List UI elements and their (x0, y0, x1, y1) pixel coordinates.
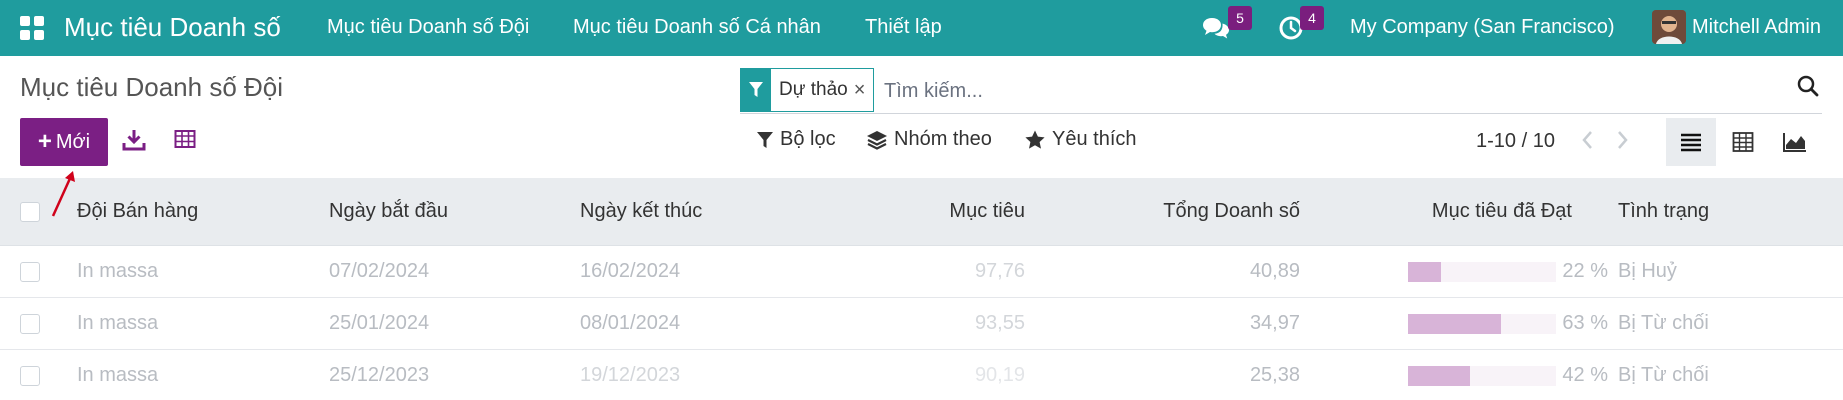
top-navbar: Mục tiêu Doanh số Mục tiêu Doanh số Đội … (0, 0, 1843, 56)
table-row[interactable]: In massa 25/12/2023 19/12/2023 90,19 25,… (0, 350, 1843, 400)
company-switcher[interactable]: My Company (San Francisco) (1350, 16, 1615, 39)
row-checkbox[interactable] (20, 262, 40, 282)
select-all-checkbox[interactable] (20, 202, 40, 222)
row-checkbox[interactable] (20, 366, 40, 386)
column-header-target[interactable]: Mục tiêu (949, 200, 1025, 223)
groupby-label: Nhóm theo (894, 128, 992, 150)
menu-team-targets[interactable]: Mục tiêu Doanh số Đội (327, 16, 529, 39)
cell-team: In massa (77, 260, 159, 282)
table-header: Đội Bán hàng Ngày bắt đầu Ngày kết thúc … (0, 178, 1843, 246)
plus-icon: + (37, 128, 52, 155)
messages-icon[interactable] (1202, 15, 1230, 46)
groupby-button[interactable]: Nhóm theo (866, 128, 992, 151)
cell-achieved-percent: 22 % (1562, 260, 1608, 282)
cell-achieved-percent: 63 % (1562, 312, 1608, 334)
column-header-team[interactable]: Đội Bán hàng (77, 200, 198, 223)
cell-end-date: 16/02/2024 (580, 260, 681, 282)
achievement-progress-bar (1408, 262, 1556, 282)
table-row[interactable]: In massa 07/02/2024 16/02/2024 97,76 40,… (0, 246, 1843, 298)
spreadsheet-icon[interactable] (174, 128, 196, 155)
achievement-progress-bar (1408, 314, 1556, 334)
user-menu[interactable]: Mitchell Admin (1692, 16, 1821, 39)
cell-team: In massa (77, 312, 159, 334)
pager-next-icon[interactable] (1614, 128, 1630, 157)
user-avatar[interactable] (1652, 10, 1686, 44)
menu-individual-targets[interactable]: Mục tiêu Doanh số Cá nhân (573, 16, 821, 39)
achievement-progress-bar (1408, 366, 1556, 386)
app-title[interactable]: Mục tiêu Doanh số (64, 12, 281, 43)
search-bar: Dự thảo × (740, 68, 1822, 114)
cell-end-date: 08/01/2024 (580, 312, 681, 334)
favorites-button[interactable]: Yêu thích (1024, 128, 1137, 151)
cell-total-sales: 34,97 (1249, 312, 1300, 334)
facet-label: Dự thảo (779, 79, 848, 100)
column-header-total-sales[interactable]: Tổng Doanh số (1163, 200, 1300, 223)
facet-remove-icon[interactable]: × (854, 79, 874, 102)
filter-facet-icon (741, 69, 771, 111)
pager-value[interactable]: 1-10 / 10 (1476, 130, 1555, 153)
new-button[interactable]: + Mới (20, 118, 108, 166)
cell-team: In massa (77, 364, 159, 386)
messages-badge: 5 (1228, 6, 1252, 30)
cell-status: Bị Huỷ (1618, 260, 1677, 282)
column-header-achieved[interactable]: Mục tiêu đã Đạt (1432, 200, 1572, 223)
cell-status: Bị Từ chối (1618, 364, 1709, 386)
column-header-start-date[interactable]: Ngày bắt đầu (329, 200, 448, 223)
search-facet: Dự thảo × (740, 68, 875, 112)
apps-menu-icon[interactable] (20, 16, 44, 40)
row-checkbox[interactable] (20, 314, 40, 334)
filter-icon (757, 131, 773, 148)
cell-start-date: 25/01/2024 (329, 312, 430, 334)
cell-start-date: 25/12/2023 (329, 364, 430, 386)
page-title: Mục tiêu Doanh số Đội (20, 72, 284, 102)
cell-target: 97,76 (974, 260, 1025, 282)
pivot-view-icon[interactable] (1718, 118, 1768, 166)
column-header-status[interactable]: Tình trạng (1618, 200, 1709, 223)
filters-label: Bộ lọc (780, 128, 836, 150)
pager-previous-icon[interactable] (1580, 128, 1596, 157)
favorites-label: Yêu thích (1052, 128, 1137, 150)
cell-status: Bị Từ chối (1618, 312, 1709, 334)
cell-total-sales: 25,38 (1249, 364, 1300, 386)
download-icon[interactable] (122, 128, 146, 157)
list-view-icon[interactable] (1666, 118, 1716, 166)
new-button-label: Mới (55, 130, 91, 153)
cell-achieved-percent: 42 % (1562, 364, 1608, 386)
column-header-end-date[interactable]: Ngày kết thúc (580, 200, 702, 223)
cell-target: 90,19 (974, 364, 1025, 386)
cell-total-sales: 40,89 (1249, 260, 1300, 282)
cell-end-date: 19/12/2023 (580, 364, 681, 386)
layers-icon (867, 130, 887, 150)
menu-settings[interactable]: Thiết lập (865, 16, 942, 39)
search-input[interactable] (884, 76, 1584, 106)
cell-start-date: 07/02/2024 (329, 260, 430, 282)
search-icon[interactable] (1796, 74, 1820, 103)
filters-button[interactable]: Bộ lọc (756, 128, 836, 151)
cell-target: 93,55 (974, 312, 1025, 334)
star-icon (1025, 130, 1045, 149)
table-row[interactable]: In massa 25/01/2024 08/01/2024 93,55 34,… (0, 298, 1843, 350)
graph-view-icon[interactable] (1770, 118, 1820, 166)
activities-badge: 4 (1300, 6, 1324, 30)
